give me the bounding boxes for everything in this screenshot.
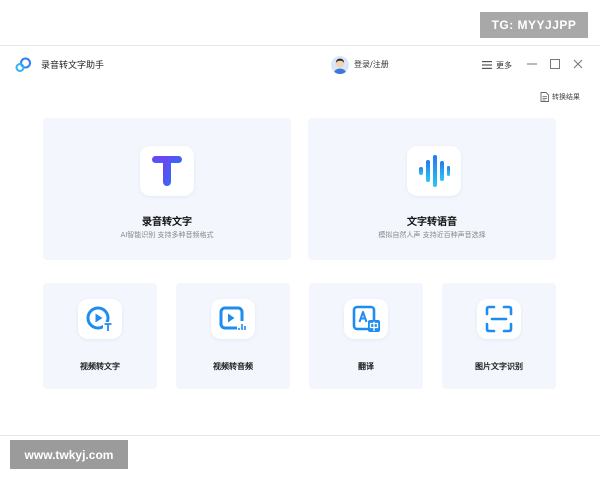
- watermark-top: TG: MYYJJPP: [480, 12, 588, 38]
- image-ocr-card[interactable]: 图片文字识别: [442, 283, 556, 389]
- video-to-text-card[interactable]: 视频转文字: [43, 283, 157, 389]
- video-to-audio-icon: [219, 306, 247, 332]
- text-to-speech-title: 文字转语音: [407, 217, 457, 228]
- minimize-icon: [527, 63, 537, 65]
- translate-icon-box: [344, 299, 388, 339]
- video-to-text-icon: [86, 306, 113, 332]
- app-title: 录音转文字助手: [41, 61, 105, 71]
- text-to-speech-icon-box: [407, 146, 461, 196]
- video-to-audio-icon-box: [211, 299, 255, 339]
- hamburger-icon: [482, 61, 492, 69]
- maximize-button[interactable]: [547, 56, 563, 72]
- watermark-bottom: www.twkyj.com: [10, 440, 128, 469]
- video-to-text-title: 视频转文字: [80, 362, 120, 371]
- image-ocr-icon-box: [477, 299, 521, 339]
- text-to-speech-card[interactable]: 文字转语音 模拟自然人声 支持近百种声音选择: [308, 118, 556, 260]
- text-to-speech-subtitle: 模拟自然人声 支持近百种声音选择: [378, 231, 486, 239]
- app-window: 录音转文字助手 登录/注册 更多 转换结果 录音转文字 AI智能识别 支持多种音…: [0, 45, 600, 436]
- user-avatar[interactable]: [331, 56, 349, 74]
- conversion-results-button[interactable]: 转换结果: [540, 92, 580, 102]
- text-t-icon: [152, 156, 182, 186]
- avatar-icon: [333, 58, 347, 74]
- image-ocr-icon: [485, 305, 513, 333]
- more-label: 更多: [496, 60, 512, 70]
- translate-icon: [352, 305, 380, 332]
- app-logo-icon: [15, 57, 31, 72]
- close-button[interactable]: [570, 56, 586, 72]
- translate-card[interactable]: 翻译: [309, 283, 423, 389]
- minimize-button[interactable]: [524, 56, 540, 72]
- close-icon: [573, 59, 583, 69]
- soundwave-icon: [419, 155, 450, 187]
- video-to-text-icon-box: [78, 299, 122, 339]
- login-link[interactable]: 登录/注册: [354, 59, 389, 70]
- maximize-icon: [550, 59, 560, 69]
- video-to-audio-title: 视频转音频: [213, 362, 253, 371]
- video-to-audio-card[interactable]: 视频转音频: [176, 283, 290, 389]
- more-menu-button[interactable]: 更多: [482, 57, 512, 73]
- audio-to-text-card[interactable]: 录音转文字 AI智能识别 支持多种音频格式: [43, 118, 291, 260]
- translate-title: 翻译: [358, 362, 374, 371]
- document-icon: [540, 92, 549, 102]
- title-bar: 录音转文字助手 登录/注册 更多: [0, 46, 600, 84]
- audio-to-text-subtitle: AI智能识别 支持多种音频格式: [120, 231, 214, 239]
- audio-to-text-icon-box: [140, 146, 194, 196]
- audio-to-text-title: 录音转文字: [142, 217, 192, 228]
- image-ocr-title: 图片文字识别: [475, 362, 523, 371]
- results-label: 转换结果: [552, 93, 580, 101]
